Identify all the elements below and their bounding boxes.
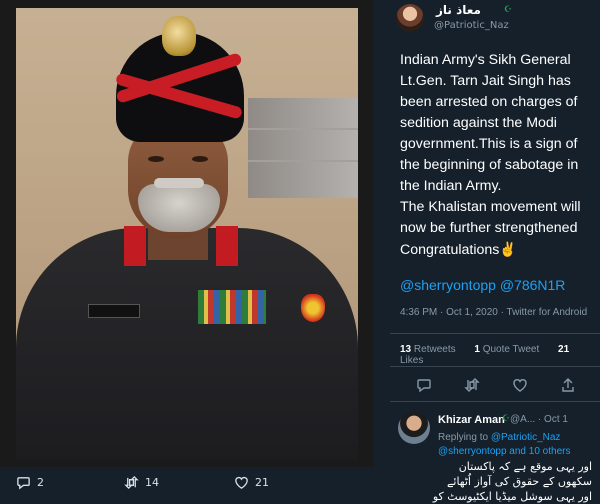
retweet-icon bbox=[124, 475, 139, 490]
photo-reply-button[interactable]: 2 bbox=[16, 475, 44, 490]
flag-icon: ☪ bbox=[504, 5, 513, 15]
eye-left bbox=[148, 156, 164, 162]
general-portrait-image bbox=[16, 8, 358, 460]
reply-icon[interactable] bbox=[416, 377, 432, 393]
quote-stat[interactable]: 1 Quote Tweet bbox=[474, 344, 547, 355]
reply-author-handle[interactable]: @A... · Oct 1 bbox=[510, 414, 568, 425]
author-avatar[interactable] bbox=[396, 4, 424, 32]
name-tag bbox=[88, 304, 140, 318]
turban-badge bbox=[162, 16, 196, 56]
tweet-timestamp[interactable]: 4:36 PM · Oct 1, 2020 · Twitter for Andr… bbox=[400, 307, 587, 318]
reply-icon bbox=[17, 477, 30, 490]
tweet-paragraph: The Khalistan movement will now be furth… bbox=[400, 199, 581, 236]
collar-tab-left bbox=[124, 226, 146, 266]
tweet-mentions[interactable]: @sherryontopp @786N1R bbox=[400, 277, 565, 293]
tweet-paragraph: Indian Army's Sikh General Lt.Gen. Tarn … bbox=[400, 52, 579, 194]
photo-like-count: 21 bbox=[255, 476, 269, 489]
reply-text: اور یہی موقع ہے کہ پاکستان سکھوں کے حقوق… bbox=[432, 460, 592, 503]
divider bbox=[390, 401, 600, 402]
background-window bbox=[248, 98, 358, 198]
reply-tweet[interactable]: Khizar Aman ☪ @A... · Oct 1 Replying to … bbox=[390, 404, 600, 503]
divider bbox=[390, 366, 600, 367]
moustache bbox=[154, 178, 204, 188]
tweet-body: Indian Army's Sikh General Lt.Gen. Tarn … bbox=[400, 50, 598, 261]
photo-retweet-count: 14 bbox=[145, 476, 159, 489]
tweet-detail: معاذ ناز ☪ @Patriotic_Naz Indian Army's … bbox=[390, 0, 600, 503]
replying-to: Replying to @Patriotic_Naz @sherryontopp… bbox=[438, 432, 571, 457]
photo-like-button[interactable]: 21 bbox=[234, 475, 269, 490]
beard bbox=[138, 184, 220, 232]
collar-tab-right bbox=[216, 226, 238, 266]
tweet-stats: 13 Retweets 1 Quote Tweet 21 Likes bbox=[400, 344, 600, 366]
share-icon[interactable] bbox=[560, 377, 576, 393]
heart-icon[interactable] bbox=[512, 377, 528, 393]
reply-author-name[interactable]: Khizar Aman bbox=[438, 414, 505, 426]
photo-reply-count: 2 bbox=[37, 476, 44, 489]
shoulder-patch bbox=[301, 294, 325, 322]
eye-right bbox=[192, 156, 208, 162]
replying-to-link[interactable]: @Patriotic_Naz bbox=[491, 432, 561, 443]
uniform bbox=[16, 228, 358, 460]
retweet-icon[interactable] bbox=[464, 377, 480, 393]
photo-retweet-button[interactable]: 14 bbox=[124, 475, 159, 490]
victory-hand-emoji: ✌ bbox=[499, 241, 517, 257]
flag-icon: ☪ bbox=[502, 414, 511, 424]
tweet-action-bar bbox=[390, 377, 600, 397]
tweet-photo[interactable] bbox=[0, 0, 373, 467]
retweets-stat[interactable]: 13 Retweets bbox=[400, 344, 464, 355]
photo-action-bar: 2 14 21 bbox=[0, 467, 373, 500]
reply-author-avatar[interactable] bbox=[398, 412, 430, 444]
replying-others-link[interactable]: @sherryontopp and 10 others bbox=[438, 446, 570, 457]
divider bbox=[390, 333, 600, 334]
heart-icon bbox=[235, 476, 248, 489]
author-display-name[interactable]: معاذ ناز bbox=[436, 3, 481, 17]
medal-ribbons bbox=[198, 290, 266, 324]
author-handle[interactable]: @Patriotic_Naz bbox=[434, 20, 509, 31]
tweet-paragraph: Congratulations✌ bbox=[400, 241, 517, 258]
